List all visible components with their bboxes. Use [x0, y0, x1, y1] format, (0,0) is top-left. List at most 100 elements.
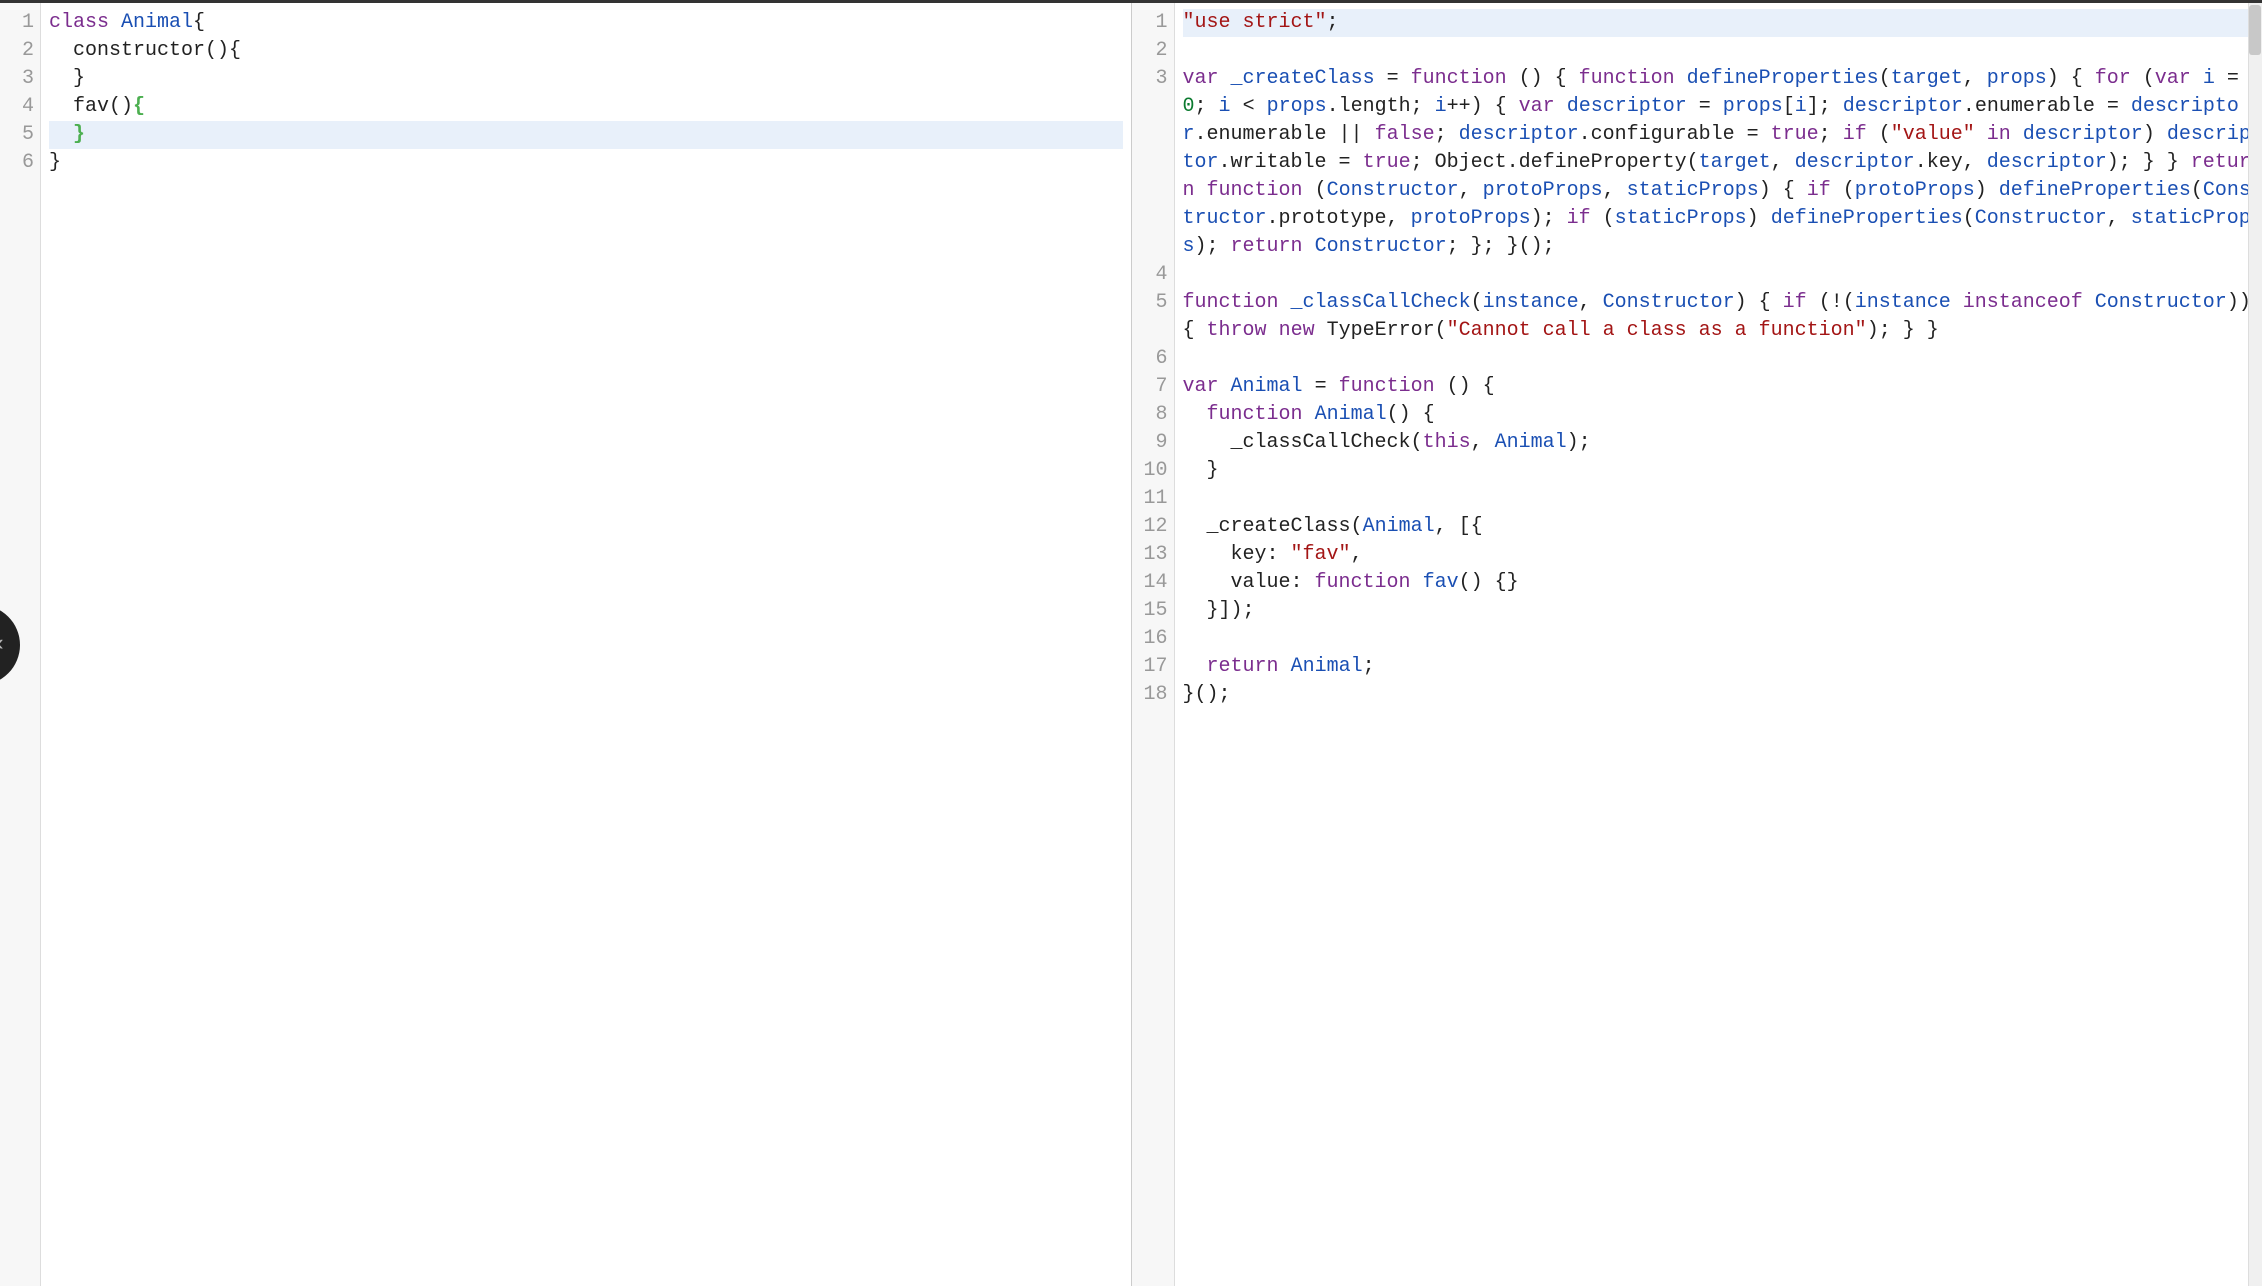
code-token: } — [73, 123, 85, 146]
source-code-area[interactable]: class Animal{ constructor(){ } fav(){ }} — [41, 3, 1131, 1286]
line-number-gutter: 123456789101112131415161718 — [1132, 3, 1175, 1286]
code-token — [1951, 291, 1963, 314]
code-line[interactable]: key: "fav", — [1183, 541, 2254, 569]
code-line[interactable] — [1183, 345, 2254, 373]
code-line[interactable] — [1183, 485, 2254, 513]
code-token: defineProperties — [1687, 67, 1879, 90]
code-token: .writable = — [1219, 151, 1363, 174]
code-token: .length; — [1327, 95, 1435, 118]
vertical-scrollbar[interactable] — [2248, 3, 2262, 1286]
code-token: i — [1435, 95, 1447, 118]
code-token: true — [1363, 151, 1411, 174]
code-token: function — [1207, 179, 1303, 202]
code-token: value: — [1183, 571, 1315, 594]
code-token: if — [1843, 123, 1867, 146]
line-number: 7 — [1144, 373, 1168, 401]
code-line[interactable]: } — [1183, 457, 2254, 485]
code-line[interactable]: _createClass(Animal, [{ — [1183, 513, 2254, 541]
code-line[interactable]: function _classCallCheck(instance, Const… — [1183, 289, 2254, 345]
chevron-left-icon: ‹ — [0, 632, 7, 657]
code-line[interactable]: constructor(){ — [49, 37, 1123, 65]
code-token: ) — [1975, 179, 1999, 202]
code-token: ; — [1435, 123, 1459, 146]
output-code-area[interactable]: "use strict"; var _createClass = functio… — [1175, 3, 2262, 1286]
code-token — [1555, 95, 1567, 118]
code-token: props — [1987, 67, 2047, 90]
code-token: (!( — [1807, 291, 1855, 314]
code-line[interactable]: } — [49, 65, 1123, 93]
code-line[interactable]: var Animal = function () { — [1183, 373, 2254, 401]
code-line[interactable]: class Animal{ — [49, 9, 1123, 37]
code-line[interactable] — [1183, 625, 2254, 653]
code-token: protoProps — [1411, 207, 1531, 230]
code-token: ( — [1867, 123, 1891, 146]
line-number: 3 — [1144, 65, 1168, 261]
line-number: 11 — [1144, 485, 1168, 513]
code-token: ) { — [2047, 67, 2095, 90]
code-line[interactable]: }(); — [1183, 681, 2254, 709]
code-token: throw — [1207, 319, 1267, 342]
line-number: 9 — [1144, 429, 1168, 457]
line-number: 5 — [12, 121, 34, 149]
code-token: ); } } — [1867, 319, 1939, 342]
code-token: function — [1411, 67, 1507, 90]
line-number: 18 — [1144, 681, 1168, 709]
code-line[interactable]: function Animal() { — [1183, 401, 2254, 429]
code-token: in — [1987, 123, 2011, 146]
code-line[interactable]: } — [49, 149, 1123, 177]
code-token — [1975, 123, 1987, 146]
code-token: var — [1183, 375, 1219, 398]
code-line[interactable]: var _createClass = function ( ) { functio… — [1183, 65, 2254, 261]
code-token — [1675, 67, 1687, 90]
code-line[interactable]: value: function fav() {} — [1183, 569, 2254, 597]
code-line[interactable]: } — [49, 121, 1123, 149]
code-token: ++) { — [1447, 95, 1519, 118]
line-number: 13 — [1144, 541, 1168, 569]
line-number: 3 — [12, 65, 34, 93]
code-token: i — [2203, 67, 2215, 90]
code-token: descriptor — [1987, 151, 2107, 174]
code-token: ; Object.defineProperty( — [1411, 151, 1699, 174]
code-token: = — [1375, 67, 1411, 90]
code-token: ; }; }(); — [1447, 235, 1555, 258]
code-token: ( — [1471, 291, 1483, 314]
code-token — [1303, 235, 1315, 258]
code-line[interactable] — [1183, 261, 2254, 289]
code-token: ) { — [1759, 179, 1807, 202]
code-token: _createClass — [1231, 67, 1375, 90]
code-line[interactable]: fav(){ — [49, 93, 1123, 121]
line-number: 6 — [1144, 345, 1168, 373]
code-token: , — [1579, 291, 1603, 314]
code-token: ); — [1195, 235, 1231, 258]
code-token: , — [1963, 67, 1987, 90]
line-number: 4 — [12, 93, 34, 121]
code-token: , — [1771, 151, 1795, 174]
code-token — [2083, 291, 2095, 314]
code-token: true — [1771, 123, 1819, 146]
code-line[interactable]: }]); — [1183, 597, 2254, 625]
line-number: 10 — [1144, 457, 1168, 485]
line-number: 17 — [1144, 653, 1168, 681]
code-token: "fav" — [1291, 543, 1351, 566]
code-line[interactable]: _classCallCheck(this, Animal); — [1183, 429, 2254, 457]
code-token: descriptor — [1795, 151, 1915, 174]
code-token: i — [1219, 95, 1231, 118]
code-token: function — [1183, 291, 1279, 314]
code-token: ; — [1195, 95, 1219, 118]
code-token: instance — [1483, 291, 1579, 314]
code-line[interactable]: return Animal; — [1183, 653, 2254, 681]
code-token: _classCallCheck — [1291, 291, 1471, 314]
line-number: 2 — [1144, 37, 1168, 65]
scrollbar-thumb[interactable] — [2249, 5, 2261, 55]
code-token: ); } } — [2107, 151, 2191, 174]
code-token: function — [1315, 571, 1411, 594]
code-token: } — [1183, 459, 1219, 482]
code-token: false — [1375, 123, 1435, 146]
code-token: .configurable = — [1579, 123, 1771, 146]
code-line[interactable] — [1183, 37, 2254, 65]
code-line[interactable]: "use strict"; — [1183, 9, 2254, 37]
code-token: protoProps — [1855, 179, 1975, 202]
code-token: _classCallCheck( — [1183, 431, 1423, 454]
line-number: 6 — [12, 149, 34, 177]
code-token: var — [1519, 95, 1555, 118]
